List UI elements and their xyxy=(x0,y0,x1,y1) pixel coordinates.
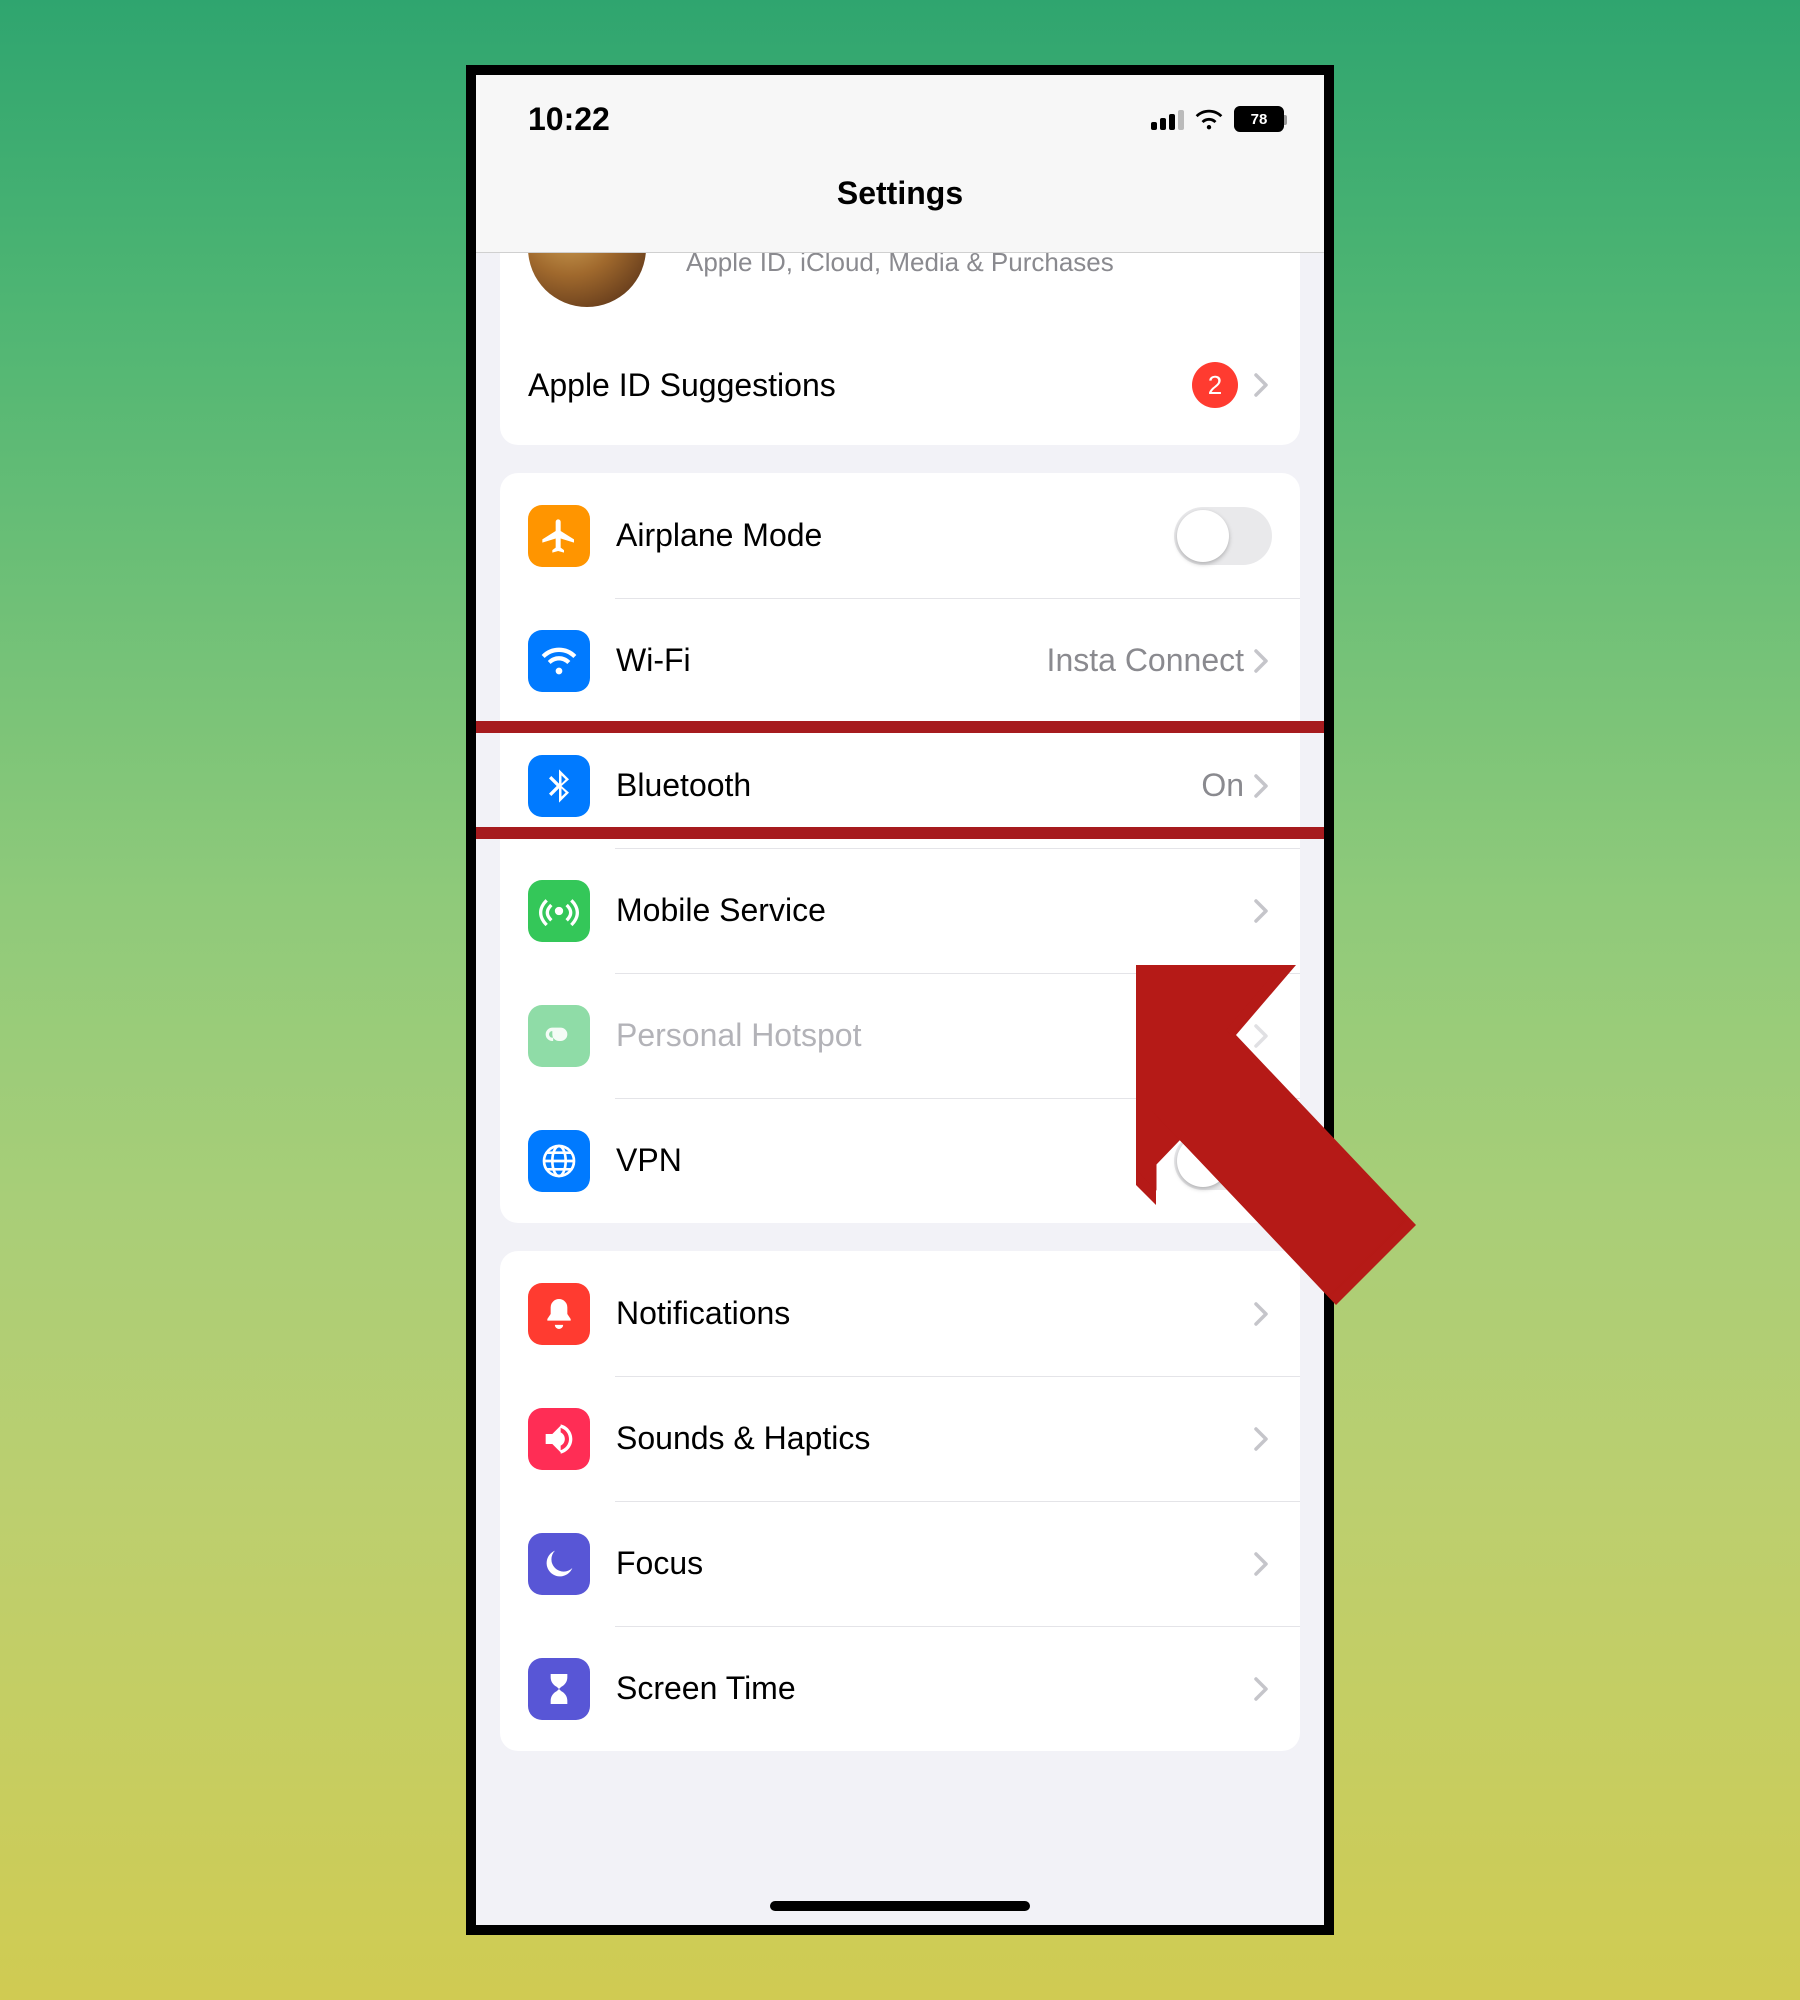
hotspot-icon xyxy=(528,1005,590,1067)
bluetooth-icon xyxy=(528,755,590,817)
airplane-icon xyxy=(528,505,590,567)
chevron-right-icon xyxy=(1254,1427,1272,1451)
chevron-right-icon xyxy=(1254,649,1272,673)
badge-count: 2 xyxy=(1192,362,1238,408)
bluetooth-row[interactable]: Bluetooth On xyxy=(500,723,1300,848)
screen-time-label: Screen Time xyxy=(616,1670,1254,1707)
screen: 10:22 78 Settings Apple xyxy=(476,75,1324,1925)
section-apple-id: Apple ID, iCloud, Media & Purchases Appl… xyxy=(500,253,1300,445)
vpn-row[interactable]: VPN xyxy=(500,1098,1300,1223)
personal-hotspot-row[interactable]: Personal Hotspot xyxy=(500,973,1300,1098)
phone-frame: 10:22 78 Settings Apple xyxy=(466,65,1334,1935)
wifi-icon xyxy=(1194,108,1224,130)
wifi-row[interactable]: Wi-Fi Insta Connect xyxy=(500,598,1300,723)
chevron-right-icon xyxy=(1254,774,1272,798)
mobile-service-label: Mobile Service xyxy=(616,892,1254,929)
screen-time-row[interactable]: Screen Time xyxy=(500,1626,1300,1751)
wifi-settings-icon xyxy=(528,630,590,692)
avatar xyxy=(528,253,646,307)
vpn-label: VPN xyxy=(616,1142,1174,1179)
airplane-mode-row[interactable]: Airplane Mode xyxy=(500,473,1300,598)
settings-content: Apple ID, iCloud, Media & Purchases Appl… xyxy=(476,253,1324,1751)
chevron-right-icon xyxy=(1254,899,1272,923)
home-indicator[interactable] xyxy=(770,1901,1030,1911)
status-indicators: 78 xyxy=(1151,106,1284,132)
apple-id-suggestions-row[interactable]: Apple ID Suggestions 2 xyxy=(500,325,1300,445)
bell-icon xyxy=(528,1283,590,1345)
vpn-icon xyxy=(528,1130,590,1192)
chevron-right-icon xyxy=(1254,1677,1272,1701)
notifications-row[interactable]: Notifications xyxy=(500,1251,1300,1376)
cellular-icon xyxy=(528,880,590,942)
battery-level: 78 xyxy=(1251,111,1268,128)
apple-id-subtitle: Apple ID, iCloud, Media & Purchases xyxy=(686,253,1114,278)
chevron-right-icon xyxy=(1254,1024,1272,1048)
apple-id-row[interactable]: Apple ID, iCloud, Media & Purchases xyxy=(500,253,1300,325)
wifi-label: Wi-Fi xyxy=(616,642,1047,679)
page-title: Settings xyxy=(837,175,963,212)
status-time: 10:22 xyxy=(528,101,610,138)
sounds-haptics-row[interactable]: Sounds & Haptics xyxy=(500,1376,1300,1501)
airplane-mode-label: Airplane Mode xyxy=(616,517,1174,554)
nav-header: Settings xyxy=(476,163,1324,253)
airplane-mode-toggle[interactable] xyxy=(1174,507,1272,565)
section-system: Notifications Sounds & Haptics xyxy=(500,1251,1300,1751)
chevron-right-icon xyxy=(1254,1552,1272,1576)
status-bar: 10:22 78 xyxy=(476,75,1324,163)
vpn-toggle[interactable] xyxy=(1174,1132,1272,1190)
chevron-right-icon xyxy=(1254,1302,1272,1326)
apple-id-suggestions-label: Apple ID Suggestions xyxy=(528,367,1192,404)
connectivity-wrap: Airplane Mode Wi-Fi Insta Connect xyxy=(476,473,1324,1223)
personal-hotspot-label: Personal Hotspot xyxy=(616,1017,1254,1054)
hourglass-icon xyxy=(528,1658,590,1720)
sounds-haptics-label: Sounds & Haptics xyxy=(616,1420,1254,1457)
focus-row[interactable]: Focus xyxy=(500,1501,1300,1626)
cellular-signal-icon xyxy=(1151,108,1184,130)
notifications-label: Notifications xyxy=(616,1295,1254,1332)
bluetooth-value: On xyxy=(1201,767,1244,804)
wifi-value: Insta Connect xyxy=(1047,642,1244,679)
speaker-icon xyxy=(528,1408,590,1470)
mobile-service-row[interactable]: Mobile Service xyxy=(500,848,1300,973)
bluetooth-label: Bluetooth xyxy=(616,767,1201,804)
moon-icon xyxy=(528,1533,590,1595)
chevron-right-icon xyxy=(1254,373,1272,397)
section-connectivity: Airplane Mode Wi-Fi Insta Connect xyxy=(500,473,1300,1223)
focus-label: Focus xyxy=(616,1545,1254,1582)
battery-icon: 78 xyxy=(1234,106,1284,132)
